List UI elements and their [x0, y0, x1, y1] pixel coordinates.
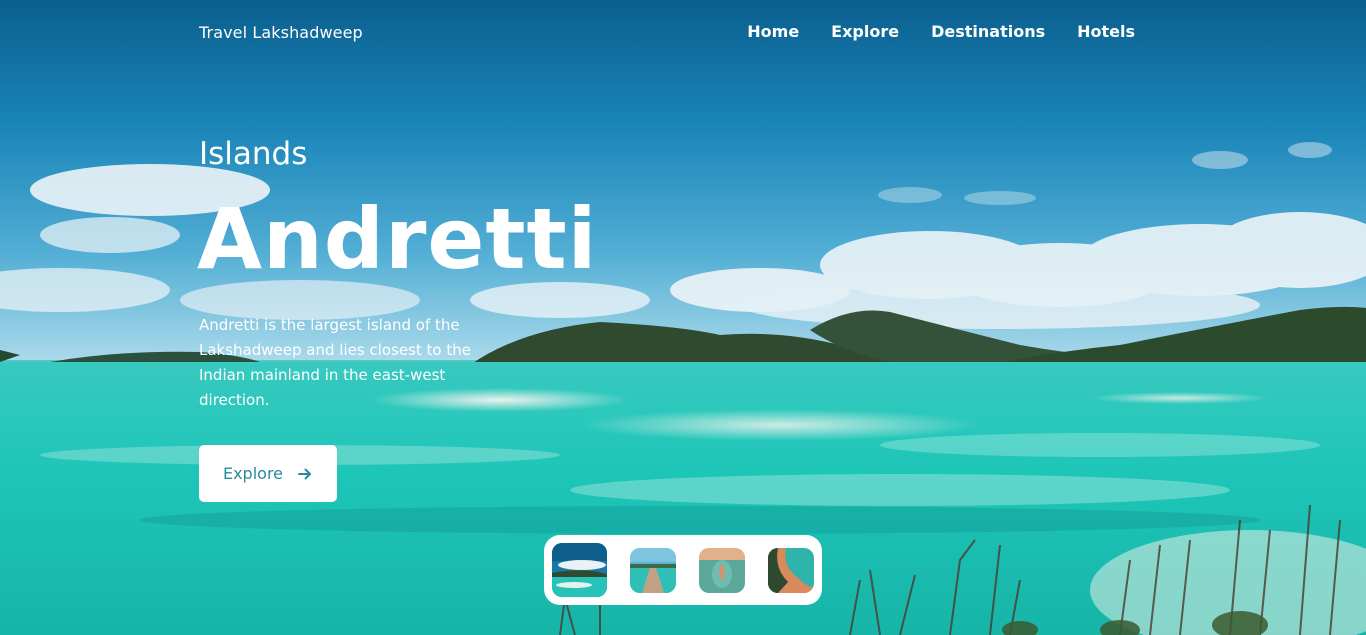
hero-description: Andretti is the largest island of the La…: [199, 316, 471, 409]
explore-button-label: Explore: [222, 464, 284, 483]
thumbnail-2-image: [630, 548, 676, 593]
thumbnail-3[interactable]: [699, 548, 745, 593]
navbar: Travel Lakshadweep Home Explore Destinat…: [0, 0, 1366, 66]
hero-section: Travel Lakshadweep Home Explore Destinat…: [0, 0, 1366, 635]
nav-link-destinations[interactable]: Destinations: [931, 22, 1045, 41]
thumbnail-4[interactable]: [768, 548, 814, 593]
nav-link-home[interactable]: Home: [747, 22, 799, 41]
thumbnail-3-image: [699, 548, 745, 593]
arrow-right-icon: [298, 468, 312, 479]
nav-link-explore[interactable]: Explore: [831, 22, 899, 41]
thumbnail-2[interactable]: [630, 548, 676, 593]
thumbnail-1[interactable]: [552, 543, 607, 597]
main-nav: Home Explore Destinations Hotels: [747, 22, 1135, 41]
thumbnail-1-image: [552, 543, 607, 597]
explore-button[interactable]: Explore: [199, 445, 337, 502]
nav-link-hotels[interactable]: Hotels: [1077, 22, 1135, 41]
hero-title: Andretti: [197, 190, 598, 288]
thumbnail-4-image: [768, 548, 814, 593]
hero-subtitle: Islands: [199, 136, 308, 172]
destination-thumbnail-strip: [544, 535, 822, 605]
brand-logo-link[interactable]: Travel Lakshadweep: [199, 23, 363, 42]
